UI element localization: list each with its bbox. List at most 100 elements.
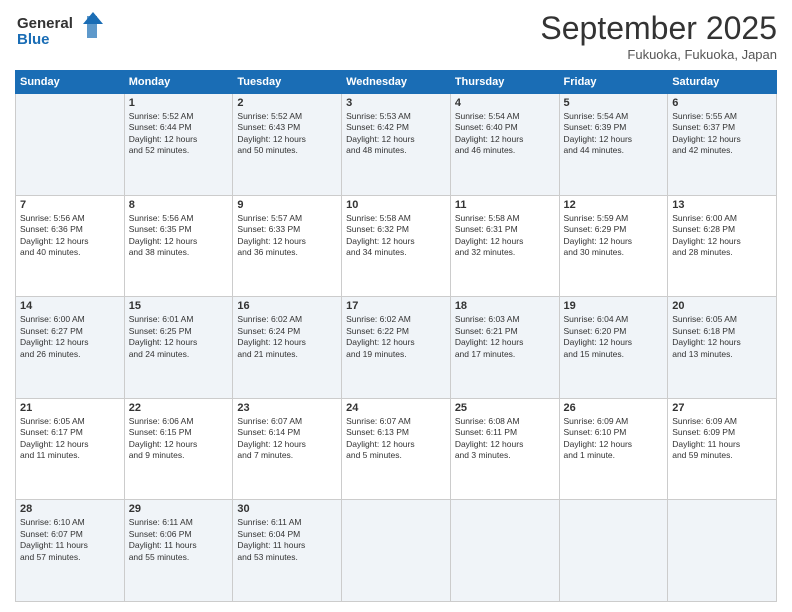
cell-info: Sunrise: 5:55 AM Sunset: 6:37 PM Dayligh…	[672, 111, 772, 157]
calendar-header-row: SundayMondayTuesdayWednesdayThursdayFrid…	[16, 71, 777, 94]
svg-text:General: General	[17, 15, 73, 32]
cell-info: Sunrise: 6:09 AM Sunset: 6:10 PM Dayligh…	[564, 416, 664, 462]
day-header-tuesday: Tuesday	[233, 71, 342, 94]
day-header-friday: Friday	[559, 71, 668, 94]
day-number: 27	[672, 402, 772, 414]
svg-text:Blue: Blue	[17, 31, 50, 48]
day-number: 9	[237, 199, 337, 211]
day-number: 4	[455, 97, 555, 109]
day-number: 7	[20, 199, 120, 211]
day-number: 23	[237, 402, 337, 414]
cell-info: Sunrise: 5:54 AM Sunset: 6:39 PM Dayligh…	[564, 111, 664, 157]
cell-info: Sunrise: 5:57 AM Sunset: 6:33 PM Dayligh…	[237, 213, 337, 259]
calendar-cell: 18Sunrise: 6:03 AM Sunset: 6:21 PM Dayli…	[450, 297, 559, 399]
day-number: 28	[20, 503, 120, 515]
calendar-cell: 11 Sunrise: 5:58 AM Sunset: 6:31 PM Dayli…	[450, 195, 559, 297]
day-number: 19	[564, 300, 664, 312]
cell-info: Sunrise: 6:07 AM Sunset: 6:14 PM Dayligh…	[237, 416, 337, 462]
calendar-cell: 15 Sunrise: 6:01 AM Sunset: 6:25 PM Dayli…	[124, 297, 233, 399]
day-number: 21	[20, 402, 120, 414]
cell-info: Sunrise: 6:11 AM Sunset: 6:06 PM Dayligh…	[129, 517, 229, 563]
cell-info: Sunrise: 6:01 AM Sunset: 6:25 PM Dayligh…	[129, 314, 229, 360]
calendar-cell: 4Sunrise: 5:54 AM Sunset: 6:40 PM Daylig…	[450, 94, 559, 196]
cell-info: Sunrise: 5:56 AM Sunset: 6:35 PM Dayligh…	[129, 213, 229, 259]
page: General Blue September 2025 Fukuoka, Fuk…	[0, 0, 792, 612]
calendar-cell	[559, 500, 668, 602]
day-header-saturday: Saturday	[668, 71, 777, 94]
calendar-cell: 12Sunrise: 5:59 AM Sunset: 6:29 PM Dayli…	[559, 195, 668, 297]
calendar-cell: 6 Sunrise: 5:55 AM Sunset: 6:37 PM Daylig…	[668, 94, 777, 196]
calendar-cell: 24 Sunrise: 6:07 AM Sunset: 6:13 PM Dayli…	[342, 398, 451, 500]
cell-info: Sunrise: 6:02 AM Sunset: 6:24 PM Dayligh…	[237, 314, 337, 360]
cell-info: Sunrise: 5:53 AM Sunset: 6:42 PM Dayligh…	[346, 111, 446, 157]
calendar-week-row: 1Sunrise: 5:52 AM Sunset: 6:44 PM Daylig…	[16, 94, 777, 196]
cell-info: Sunrise: 5:56 AM Sunset: 6:36 PM Dayligh…	[20, 213, 120, 259]
calendar-cell: 26 Sunrise: 6:09 AM Sunset: 6:10 PM Dayli…	[559, 398, 668, 500]
calendar-cell	[450, 500, 559, 602]
cell-info: Sunrise: 6:03 AM Sunset: 6:21 PM Dayligh…	[455, 314, 555, 360]
day-number: 15	[129, 300, 229, 312]
day-header-wednesday: Wednesday	[342, 71, 451, 94]
day-number: 6	[672, 97, 772, 109]
day-number: 30	[237, 503, 337, 515]
day-number: 11	[455, 199, 555, 211]
month-title: September 2025	[540, 10, 777, 47]
day-number: 20	[672, 300, 772, 312]
day-number: 25	[455, 402, 555, 414]
calendar-cell: 23 Sunrise: 6:07 AM Sunset: 6:14 PM Dayli…	[233, 398, 342, 500]
cell-info: Sunrise: 6:02 AM Sunset: 6:22 PM Dayligh…	[346, 314, 446, 360]
day-number: 26	[564, 402, 664, 414]
calendar-cell: 9 Sunrise: 5:57 AM Sunset: 6:33 PM Daylig…	[233, 195, 342, 297]
day-header-monday: Monday	[124, 71, 233, 94]
day-header-thursday: Thursday	[450, 71, 559, 94]
day-number: 14	[20, 300, 120, 312]
calendar-cell: 20 Sunrise: 6:05 AM Sunset: 6:18 PM Dayli…	[668, 297, 777, 399]
calendar-cell	[342, 500, 451, 602]
cell-info: Sunrise: 6:00 AM Sunset: 6:28 PM Dayligh…	[672, 213, 772, 259]
calendar-cell: 28Sunrise: 6:10 AM Sunset: 6:07 PM Dayli…	[16, 500, 125, 602]
day-header-sunday: Sunday	[16, 71, 125, 94]
calendar-cell: 27 Sunrise: 6:09 AM Sunset: 6:09 PM Dayli…	[668, 398, 777, 500]
calendar-cell: 16 Sunrise: 6:02 AM Sunset: 6:24 PM Dayli…	[233, 297, 342, 399]
day-number: 1	[129, 97, 229, 109]
day-number: 16	[237, 300, 337, 312]
cell-info: Sunrise: 6:06 AM Sunset: 6:15 PM Dayligh…	[129, 416, 229, 462]
calendar-week-row: 28Sunrise: 6:10 AM Sunset: 6:07 PM Dayli…	[16, 500, 777, 602]
cell-info: Sunrise: 5:52 AM Sunset: 6:43 PM Dayligh…	[237, 111, 337, 157]
cell-info: Sunrise: 6:00 AM Sunset: 6:27 PM Dayligh…	[20, 314, 120, 360]
day-number: 22	[129, 402, 229, 414]
location-subtitle: Fukuoka, Fukuoka, Japan	[540, 47, 777, 62]
logo: General Blue	[15, 10, 105, 55]
calendar-cell	[668, 500, 777, 602]
day-number: 8	[129, 199, 229, 211]
calendar-cell: 19 Sunrise: 6:04 AM Sunset: 6:20 PM Dayli…	[559, 297, 668, 399]
cell-info: Sunrise: 6:11 AM Sunset: 6:04 PM Dayligh…	[237, 517, 337, 563]
calendar-cell: 13 Sunrise: 6:00 AM Sunset: 6:28 PM Dayli…	[668, 195, 777, 297]
calendar-cell: 5Sunrise: 5:54 AM Sunset: 6:39 PM Daylig…	[559, 94, 668, 196]
title-block: September 2025 Fukuoka, Fukuoka, Japan	[540, 10, 777, 62]
day-number: 2	[237, 97, 337, 109]
calendar-week-row: 7 Sunrise: 5:56 AM Sunset: 6:36 PM Daylig…	[16, 195, 777, 297]
calendar-cell: 7 Sunrise: 5:56 AM Sunset: 6:36 PM Daylig…	[16, 195, 125, 297]
cell-info: Sunrise: 6:09 AM Sunset: 6:09 PM Dayligh…	[672, 416, 772, 462]
calendar-cell: 1Sunrise: 5:52 AM Sunset: 6:44 PM Daylig…	[124, 94, 233, 196]
calendar-cell: 29 Sunrise: 6:11 AM Sunset: 6:06 PM Dayli…	[124, 500, 233, 602]
cell-info: Sunrise: 6:07 AM Sunset: 6:13 PM Dayligh…	[346, 416, 446, 462]
calendar-cell: 3Sunrise: 5:53 AM Sunset: 6:42 PM Daylig…	[342, 94, 451, 196]
cell-info: Sunrise: 6:08 AM Sunset: 6:11 PM Dayligh…	[455, 416, 555, 462]
calendar-table: SundayMondayTuesdayWednesdayThursdayFrid…	[15, 70, 777, 602]
cell-info: Sunrise: 6:05 AM Sunset: 6:18 PM Dayligh…	[672, 314, 772, 360]
cell-info: Sunrise: 6:05 AM Sunset: 6:17 PM Dayligh…	[20, 416, 120, 462]
cell-info: Sunrise: 5:58 AM Sunset: 6:31 PM Dayligh…	[455, 213, 555, 259]
calendar-cell: 10 Sunrise: 5:58 AM Sunset: 6:32 PM Dayli…	[342, 195, 451, 297]
day-number: 24	[346, 402, 446, 414]
cell-info: Sunrise: 6:04 AM Sunset: 6:20 PM Dayligh…	[564, 314, 664, 360]
cell-info: Sunrise: 5:58 AM Sunset: 6:32 PM Dayligh…	[346, 213, 446, 259]
header: General Blue September 2025 Fukuoka, Fuk…	[15, 10, 777, 62]
calendar-cell: 22 Sunrise: 6:06 AM Sunset: 6:15 PM Dayli…	[124, 398, 233, 500]
day-number: 10	[346, 199, 446, 211]
day-number: 13	[672, 199, 772, 211]
calendar-cell: 8 Sunrise: 5:56 AM Sunset: 6:35 PM Daylig…	[124, 195, 233, 297]
day-number: 17	[346, 300, 446, 312]
day-number: 29	[129, 503, 229, 515]
